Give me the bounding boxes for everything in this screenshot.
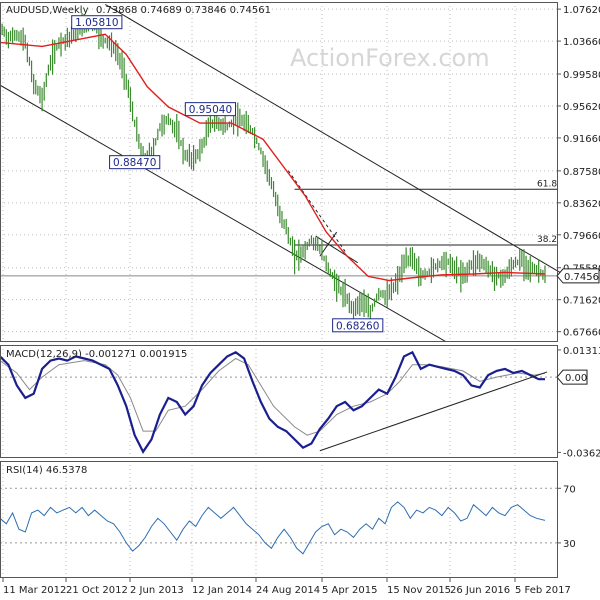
x-tick-label: 24 Aug 2014 xyxy=(256,585,320,596)
price-label-text: 0.88470 xyxy=(113,157,156,169)
rsi-line xyxy=(0,501,546,555)
x-tick-label: 21 Oct 2012 xyxy=(66,585,128,596)
macd-signal-line xyxy=(0,357,546,436)
y-tick-label: 1.03660 xyxy=(563,37,600,48)
grid-lines xyxy=(0,2,557,577)
price-title: AUDUSD,Weekly xyxy=(6,5,89,16)
y-tick-label: 0.95620 xyxy=(563,102,600,113)
rsi-y-tick-label: 70 xyxy=(563,484,576,495)
x-tick-label: 26 Jun 2016 xyxy=(450,585,510,596)
macd-y-tick-label: -0.03629 xyxy=(563,448,600,459)
price-label-text: 0.95040 xyxy=(189,104,232,116)
y-tick-label: 0.83620 xyxy=(563,199,600,210)
y-tick-label: 0.79660 xyxy=(563,231,600,242)
x-tick-label: 2 Jun 2013 xyxy=(130,585,184,596)
macd-title: MACD(12,26,9) -0.001271 0.001915 xyxy=(6,349,187,360)
dotted-trend-line xyxy=(287,170,346,252)
rsi-panel: RSI(14) 46.5378 xyxy=(0,465,557,555)
last-price-value: 0.74561 xyxy=(564,272,600,283)
fibonacci-label: 38.2 xyxy=(537,235,557,245)
x-tick-label: 11 Mar 2012 xyxy=(3,585,66,596)
y-tick-label: 0.91660 xyxy=(563,134,600,145)
rsi-title: RSI(14) 46.5378 xyxy=(6,465,87,476)
y-tick-label: 0.99580 xyxy=(563,70,600,81)
y-tick-label: 1.07620 xyxy=(563,5,600,16)
chart-canvas: ActionForex.com 61.8 38.2 1.05810 0.88470 0.… xyxy=(0,2,600,596)
x-tick-label: 12 Jan 2014 xyxy=(192,585,252,596)
x-tick-label: 15 Nov 2015 xyxy=(387,585,451,596)
x-tick-label: 5 Apr 2015 xyxy=(322,585,377,596)
watermark: ActionForex.com xyxy=(290,44,490,72)
price-label-text: 1.05810 xyxy=(75,17,118,29)
rsi-frame xyxy=(0,461,558,578)
macd-frame xyxy=(0,345,558,458)
y-tick-label: 0.71620 xyxy=(563,296,600,307)
macd-y-tick-label: 0.013131 xyxy=(563,346,600,357)
macd-line xyxy=(0,350,545,454)
y-tick-label: 0.87580 xyxy=(563,167,600,178)
fibonacci-label: 61.8 xyxy=(537,179,557,189)
macd-panel: MACD(12,26,9) -0.001271 0.001915 xyxy=(0,349,557,454)
macd-trend-line xyxy=(319,371,548,452)
rsi-y-tick-label: 30 xyxy=(563,539,576,550)
macd-marker-value: 0.00 xyxy=(565,373,587,384)
y-tick-label: 0.67660 xyxy=(563,328,600,339)
x-tick-label: 5 Feb 2017 xyxy=(515,585,571,596)
price-quote: 0.73868 0.74689 0.73846 0.74561 xyxy=(96,5,271,16)
watermark-text: ActionForex.com xyxy=(290,44,490,72)
price-label-text: 0.68260 xyxy=(336,320,379,332)
